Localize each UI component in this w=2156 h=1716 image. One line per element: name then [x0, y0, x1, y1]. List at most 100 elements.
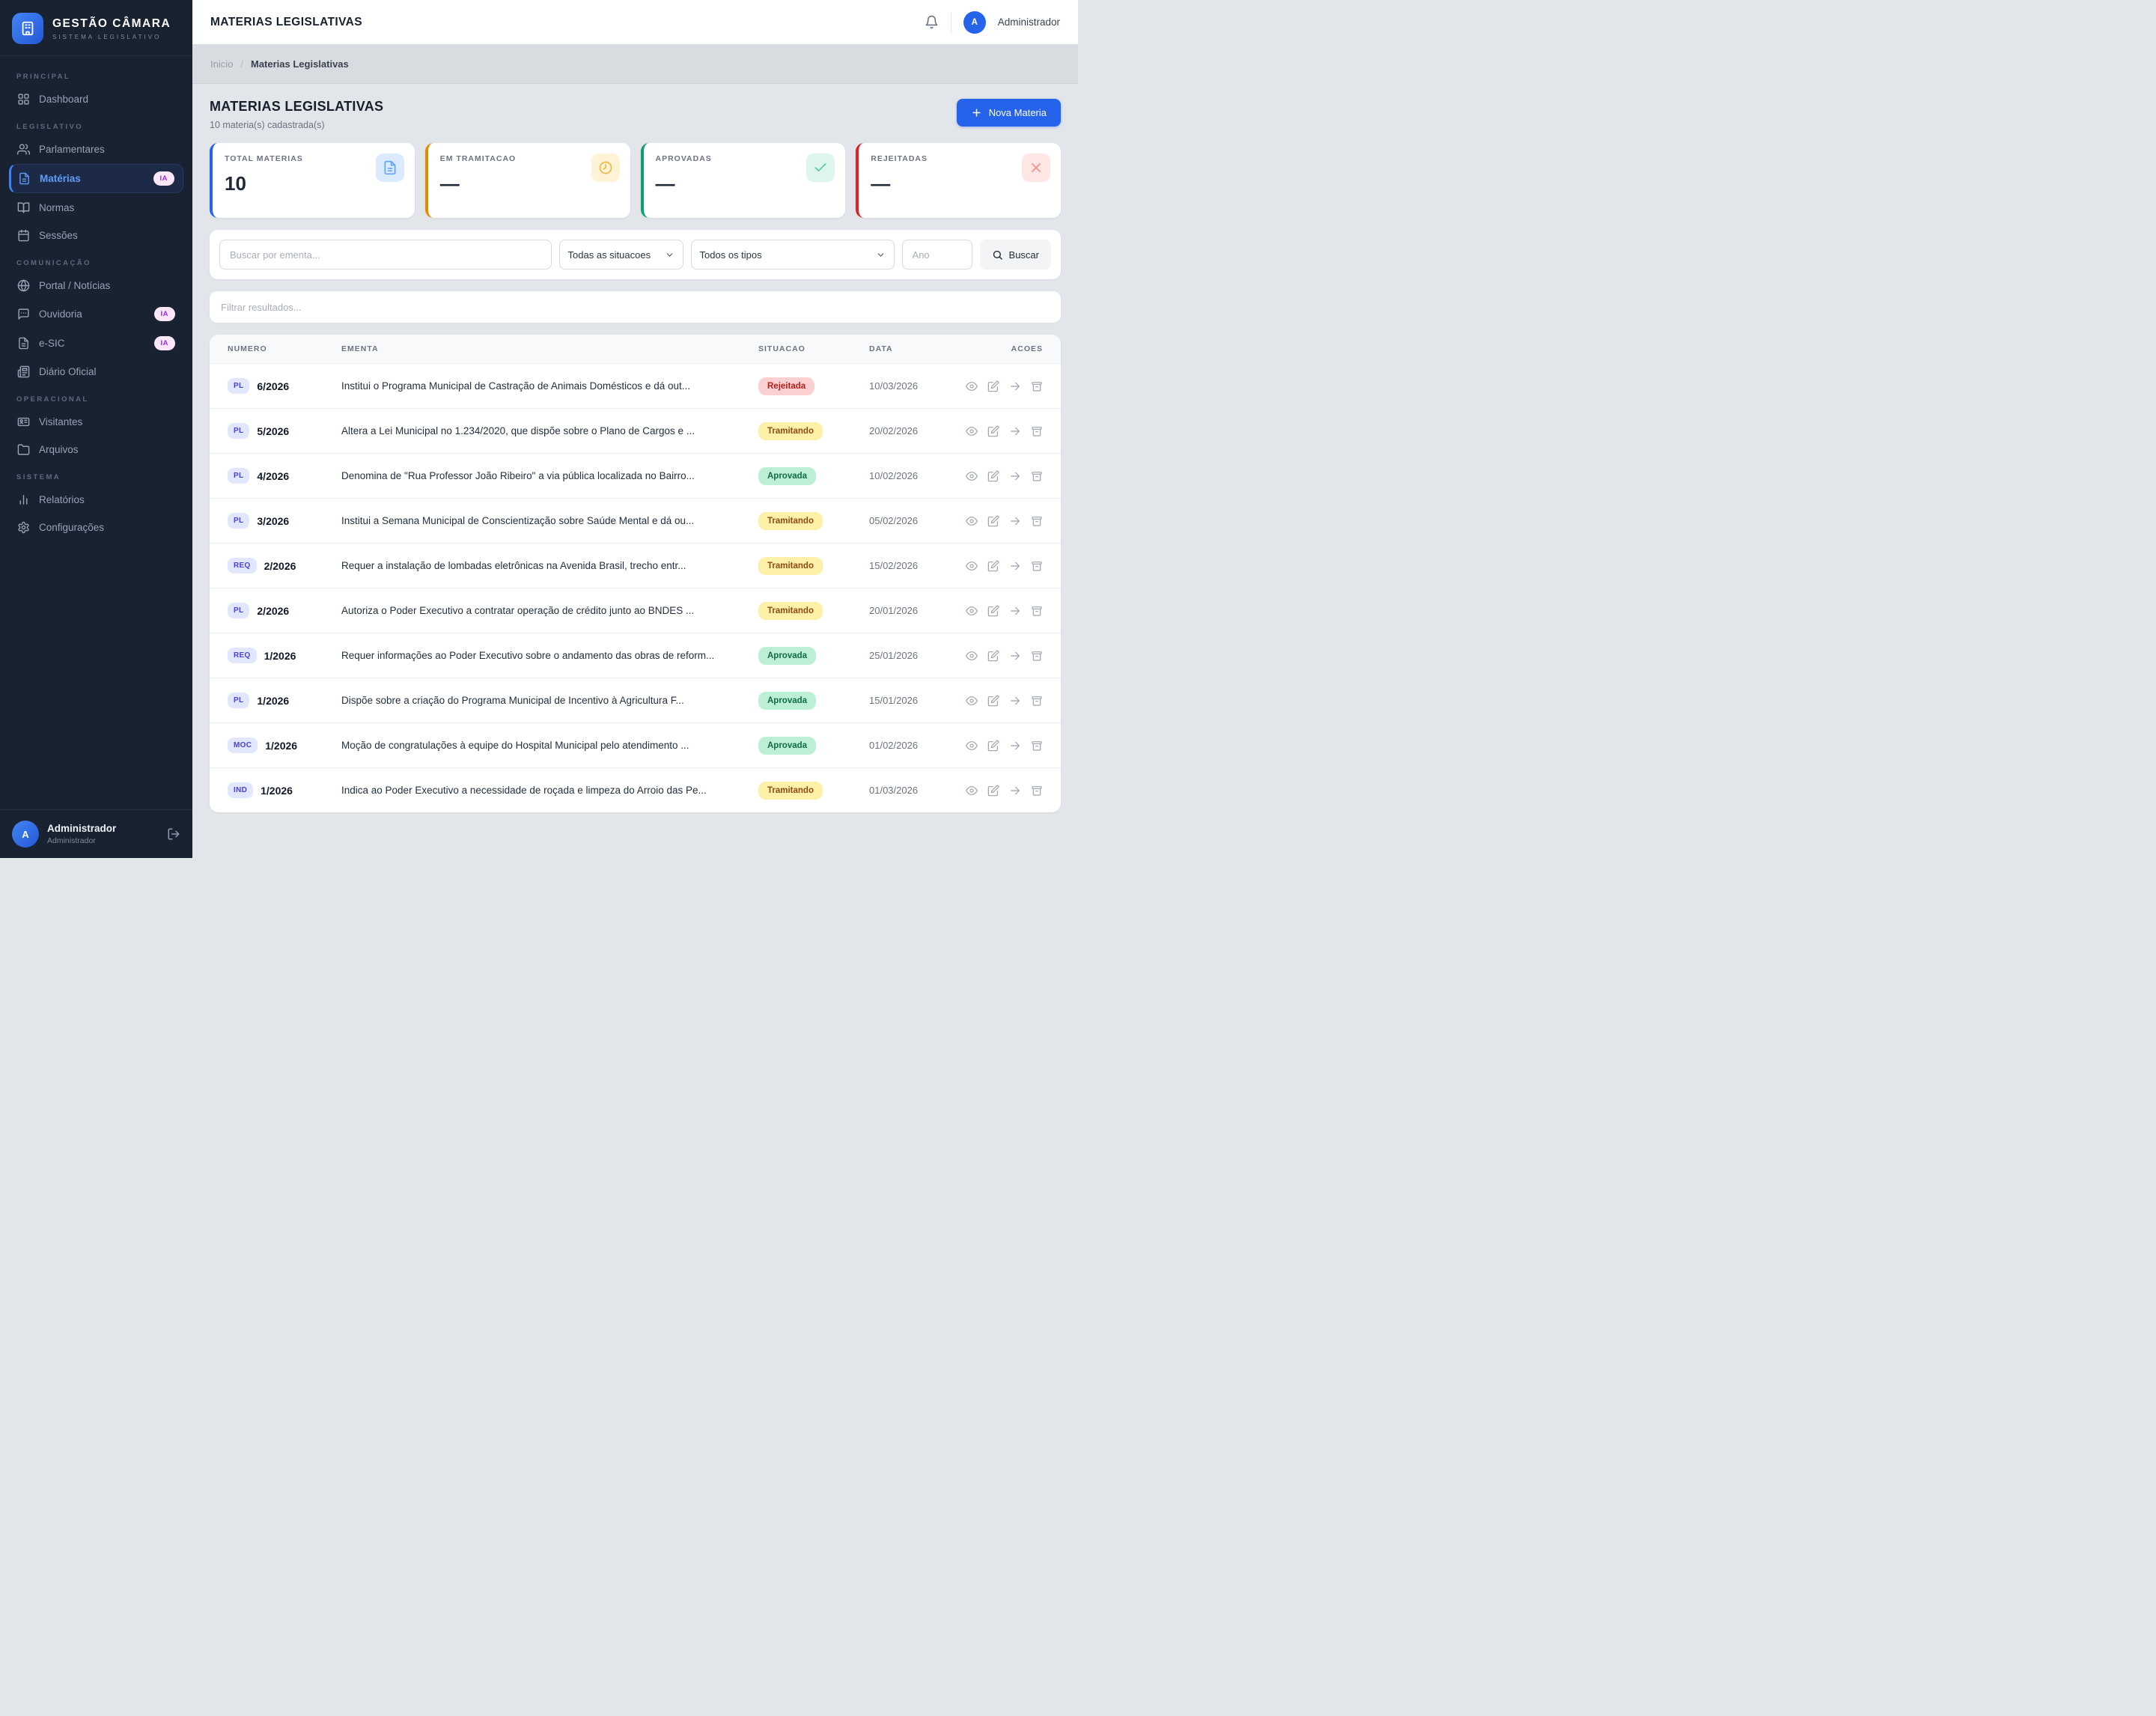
sidebar-item-mat-rias[interactable]: MatériasIA	[9, 164, 183, 193]
forward-button[interactable]	[1009, 560, 1021, 572]
quick-filter-input[interactable]	[210, 291, 1061, 323]
edit-button[interactable]	[987, 380, 999, 392]
delete-icon	[1031, 740, 1043, 752]
data-cell: 10/03/2026	[869, 380, 965, 392]
sidebar-item-visitantes[interactable]: Visitantes	[9, 409, 183, 435]
sidebar-user-role: Administrador	[47, 836, 116, 845]
view-button[interactable]	[966, 380, 978, 392]
delete-button[interactable]	[1031, 515, 1043, 527]
delete-icon	[1031, 785, 1043, 797]
stats-row: TOTAL MATERIAS10EM TRAMITACAO—APROVADAS—…	[210, 143, 1061, 218]
edit-button[interactable]	[987, 470, 999, 482]
forward-button[interactable]	[1009, 650, 1021, 662]
status-badge: Aprovada	[758, 647, 816, 665]
brand: GESTÃO CÂMARA SISTEMA LEGISLATIVO	[0, 0, 192, 56]
forward-button[interactable]	[1009, 515, 1021, 527]
edit-button[interactable]	[987, 605, 999, 617]
delete-button[interactable]	[1031, 470, 1043, 482]
sidebar-item-normas[interactable]: Normas	[9, 195, 183, 221]
view-icon	[966, 650, 978, 662]
sidebar-item-relat-rios[interactable]: Relatórios	[9, 487, 183, 513]
view-button[interactable]	[966, 605, 978, 617]
forward-button[interactable]	[1009, 740, 1021, 752]
sidebar-item-label: Ouvidoria	[39, 308, 82, 320]
edit-button[interactable]	[987, 560, 999, 572]
new-materia-button[interactable]: Nova Materia	[957, 99, 1061, 127]
ementa-text: Indica ao Poder Executivo a necessidade …	[341, 785, 758, 796]
topbar-user-name[interactable]: Administrador	[998, 16, 1060, 28]
forward-button[interactable]	[1009, 380, 1021, 392]
forward-button[interactable]	[1009, 605, 1021, 617]
delete-button[interactable]	[1031, 425, 1043, 437]
sidebar-item-label: e-SIC	[39, 338, 65, 349]
data-cell: 15/02/2026	[869, 560, 965, 571]
sidebar-item-ouvidoria[interactable]: OuvidoriaIA	[9, 300, 183, 328]
edit-icon	[987, 785, 999, 797]
view-button[interactable]	[966, 740, 978, 752]
chevron-down-icon	[876, 250, 886, 260]
situacao-cell: Tramitando	[758, 512, 869, 530]
sidebar-item-dashboard[interactable]: Dashboard	[9, 86, 183, 112]
delete-button[interactable]	[1031, 740, 1043, 752]
forward-icon	[1009, 425, 1021, 437]
type-select[interactable]: Todos os tipos	[691, 240, 895, 270]
sidebar-item-sess-es[interactable]: Sessões	[9, 222, 183, 249]
search-button[interactable]: Buscar	[980, 240, 1051, 270]
sidebar-item-configura-es[interactable]: Configurações	[9, 514, 183, 541]
status-badge: Tramitando	[758, 602, 823, 620]
view-button[interactable]	[966, 470, 978, 482]
forward-button[interactable]	[1009, 470, 1021, 482]
edit-button[interactable]	[987, 425, 999, 437]
newspaper-icon	[17, 365, 30, 378]
sidebar-item-arquivos[interactable]: Arquivos	[9, 436, 183, 463]
sidebar-user-name: Administrador	[47, 823, 116, 834]
breadcrumb-home[interactable]: Inicio	[210, 58, 233, 70]
situacao-cell: Tramitando	[758, 602, 869, 620]
edit-button[interactable]	[987, 740, 999, 752]
filter-bar: Todas as situacoes Todos os tipos Buscar	[210, 230, 1061, 279]
ia-badge: IA	[154, 336, 176, 350]
book-icon	[17, 201, 30, 214]
delete-button[interactable]	[1031, 605, 1043, 617]
delete-button[interactable]	[1031, 785, 1043, 797]
sidebar-item-di-rio-oficial[interactable]: Diário Oficial	[9, 359, 183, 385]
col-ementa: EMENTA	[341, 344, 758, 353]
sidebar-item-e-sic[interactable]: e-SIC IA	[9, 329, 183, 357]
topbar-title: MATERIAS LEGISLATIVAS	[210, 16, 362, 29]
table-row: PL5/2026Altera a Lei Municipal no 1.234/…	[210, 408, 1061, 453]
avatar[interactable]: A	[963, 11, 986, 34]
view-button[interactable]	[966, 785, 978, 797]
year-input[interactable]	[902, 240, 972, 270]
forward-button[interactable]	[1009, 425, 1021, 437]
breadcrumb-separator: /	[240, 58, 243, 70]
view-button[interactable]	[966, 515, 978, 527]
delete-button[interactable]	[1031, 695, 1043, 707]
delete-button[interactable]	[1031, 650, 1043, 662]
situation-select[interactable]: Todas as situacoes	[559, 240, 683, 270]
delete-button[interactable]	[1031, 380, 1043, 392]
numero-cell: PL4/2026	[228, 468, 341, 484]
materia-number: 2/2026	[257, 605, 289, 617]
edit-button[interactable]	[987, 650, 999, 662]
edit-button[interactable]	[987, 785, 999, 797]
table-row: IND1/2026Indica ao Poder Executivo a nec…	[210, 767, 1061, 812]
actions-cell	[965, 740, 1043, 752]
materia-number: 3/2026	[257, 515, 289, 527]
forward-button[interactable]	[1009, 785, 1021, 797]
view-button[interactable]	[966, 425, 978, 437]
search-input[interactable]	[219, 240, 552, 270]
status-badge: Tramitando	[758, 422, 823, 440]
delete-button[interactable]	[1031, 560, 1043, 572]
notifications-button[interactable]	[925, 15, 939, 29]
forward-button[interactable]	[1009, 695, 1021, 707]
view-button[interactable]	[966, 650, 978, 662]
edit-button[interactable]	[987, 695, 999, 707]
forward-icon	[1009, 515, 1021, 527]
gear-icon	[17, 521, 30, 534]
edit-button[interactable]	[987, 515, 999, 527]
view-button[interactable]	[966, 695, 978, 707]
sidebar-item-parlamentares[interactable]: Parlamentares	[9, 136, 183, 162]
view-button[interactable]	[966, 560, 978, 572]
logout-button[interactable]	[167, 827, 180, 841]
sidebar-item-portal-not-cias[interactable]: Portal / Notícias	[9, 273, 183, 299]
